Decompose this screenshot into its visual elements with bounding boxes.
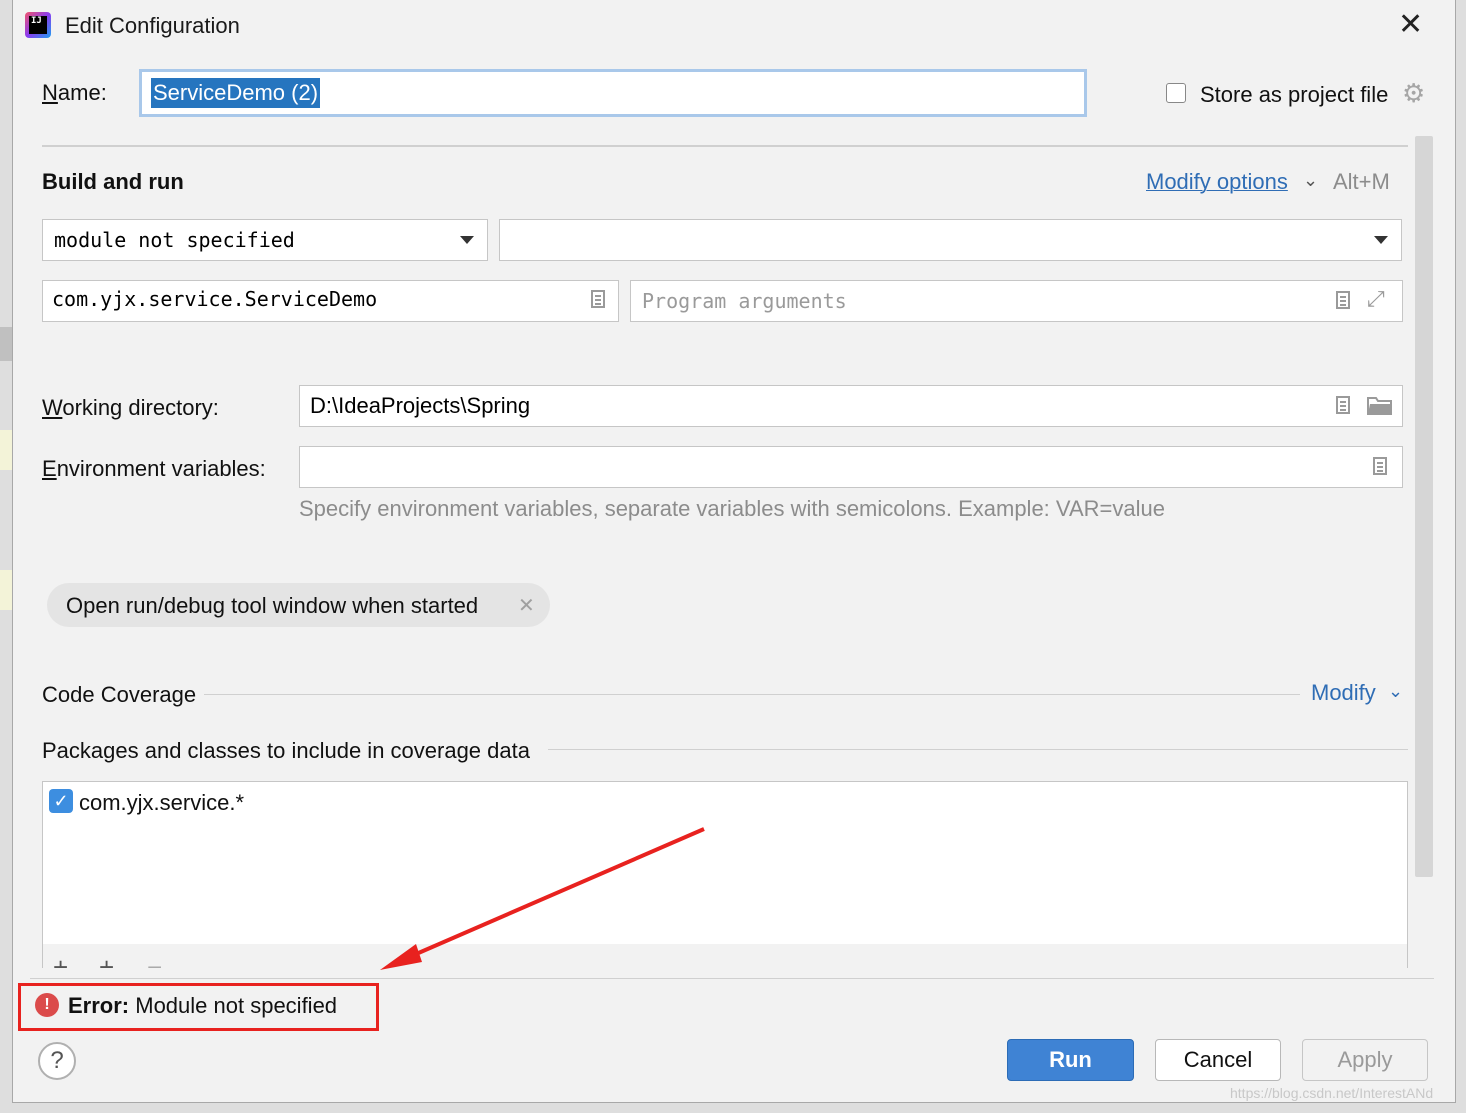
chevron-down-icon: ⌄ xyxy=(1388,681,1404,701)
error-text: Module not specified xyxy=(135,993,338,1018)
program-arguments-placeholder: Program arguments xyxy=(642,289,847,313)
list-toolbar: + + − xyxy=(42,944,1408,968)
code-coverage-heading: Code Coverage xyxy=(42,682,197,707)
watermark: https://blog.csdn.net/InterestANd xyxy=(1230,1085,1434,1101)
option-chip-label: Open run/debug tool window when started xyxy=(66,593,479,618)
expand-icon[interactable]: ⤢ xyxy=(1367,286,1385,312)
section-separator xyxy=(42,145,1408,147)
store-as-project-file-label: Store as project file xyxy=(1200,82,1389,107)
dialog-title: Edit Configuration xyxy=(65,13,240,38)
coverage-item-checkbox[interactable]: ✓ xyxy=(49,789,73,813)
close-icon[interactable]: ✕ xyxy=(518,593,535,618)
environment-variables-label: Environment variables: xyxy=(42,456,266,482)
macro-icon[interactable] xyxy=(1336,291,1350,309)
run-button[interactable]: Run xyxy=(1007,1039,1134,1081)
modify-options-shortcut: Alt+M xyxy=(1333,169,1390,194)
main-class-value: com.yjx.service.ServiceDemo xyxy=(52,287,378,311)
background-strip xyxy=(0,430,12,470)
module-select-value: module not specified xyxy=(54,228,295,252)
browse-class-icon[interactable] xyxy=(591,290,605,308)
name-label-rest: ame: xyxy=(57,80,107,105)
coverage-packages-list xyxy=(42,781,1408,945)
environment-variables-input[interactable] xyxy=(299,446,1403,488)
environment-variables-mnemonic: E xyxy=(42,456,57,481)
add-package-icon[interactable]: + xyxy=(99,954,114,968)
section-separator xyxy=(548,749,1408,750)
chevron-down-icon xyxy=(460,236,474,244)
folder-icon[interactable] xyxy=(1367,395,1393,415)
name-label: Name: xyxy=(42,80,107,106)
coverage-packages-heading: Packages and classes to include in cover… xyxy=(42,738,530,763)
vertical-scrollbar[interactable] xyxy=(1415,136,1433,877)
environment-variables-hint: Specify environment variables, separate … xyxy=(299,496,1165,521)
working-directory-mnemonic: W xyxy=(42,395,63,420)
working-directory-label-rest: orking directory: xyxy=(62,395,219,420)
working-directory-value: D:\IdeaProjects\Spring xyxy=(310,393,531,418)
section-separator xyxy=(30,978,1434,979)
annotation-arrow xyxy=(380,827,705,970)
add-class-icon[interactable]: + xyxy=(53,954,68,968)
background-strip xyxy=(0,327,12,361)
apply-button[interactable]: Apply xyxy=(1302,1039,1428,1081)
store-as-project-file-checkbox[interactable] xyxy=(1166,83,1186,103)
name-input-selected-text: ServiceDemo (2) xyxy=(151,78,321,108)
cancel-button[interactable]: Cancel xyxy=(1155,1039,1281,1081)
build-and-run-heading: Build and run xyxy=(42,169,184,194)
coverage-item-label: com.yjx.service.* xyxy=(79,790,245,815)
name-label-mnemonic: N xyxy=(42,80,58,105)
edit-environment-icon[interactable] xyxy=(1373,457,1387,475)
coverage-modify-link[interactable]: Modify xyxy=(1311,680,1376,706)
close-icon[interactable]: ✕ xyxy=(1398,10,1423,40)
environment-variables-label-rest: nvironment variables: xyxy=(56,456,266,481)
background-strip xyxy=(0,570,12,610)
macro-icon[interactable] xyxy=(1336,396,1350,414)
remove-icon[interactable]: − xyxy=(147,954,162,968)
help-button[interactable]: ? xyxy=(38,1042,76,1080)
chevron-down-icon xyxy=(1374,236,1388,244)
working-directory-label: Working directory: xyxy=(42,395,219,421)
section-separator xyxy=(204,694,1300,695)
jdk-select[interactable] xyxy=(499,219,1402,261)
modify-options-link[interactable]: Modify options xyxy=(1146,169,1288,195)
gear-icon[interactable]: ⚙ xyxy=(1402,80,1425,106)
error-message: Error: Module not specified xyxy=(68,993,337,1019)
error-icon: ! xyxy=(35,993,59,1017)
app-icon-label: IJ xyxy=(29,16,47,34)
chevron-down-icon: ⌄ xyxy=(1303,170,1319,190)
error-prefix: Error: xyxy=(68,993,130,1018)
